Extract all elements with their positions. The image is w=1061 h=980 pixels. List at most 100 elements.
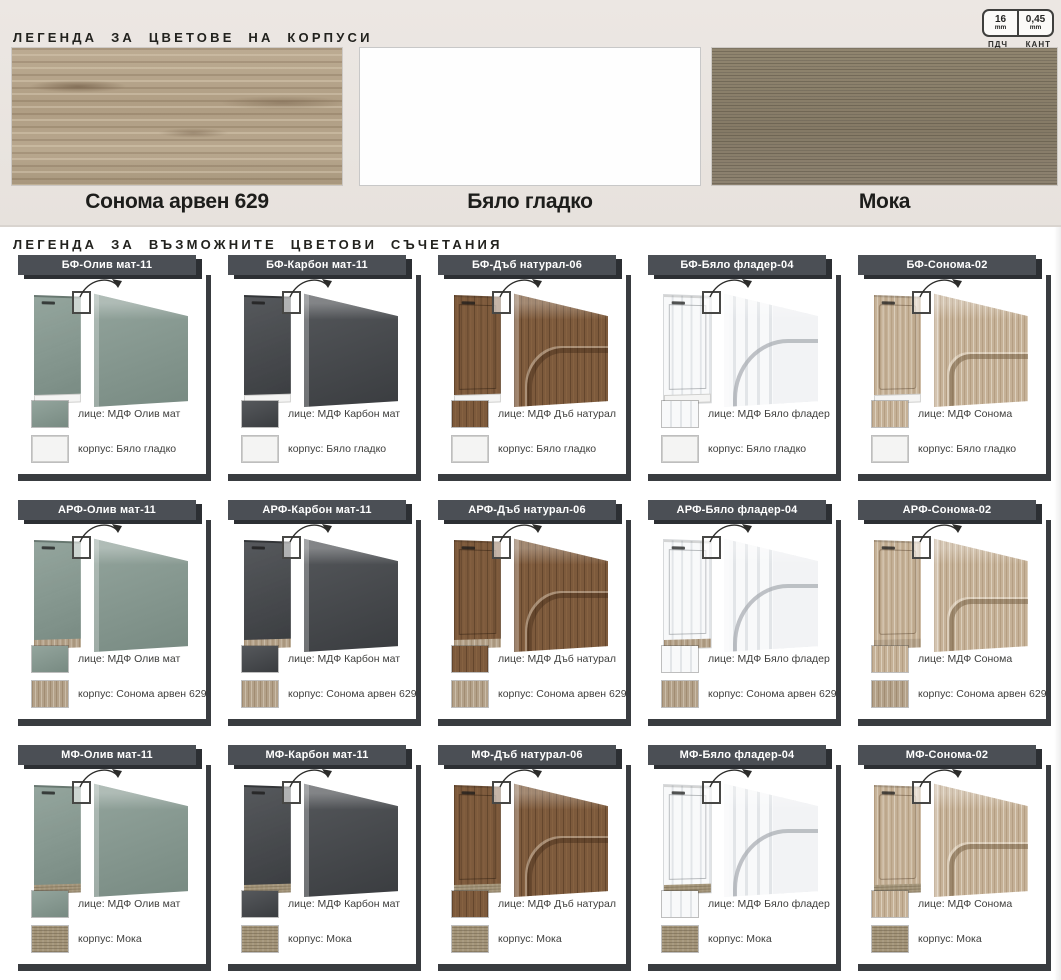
door-preview [858, 520, 1046, 656]
door-zoom-frame-profile [949, 844, 1028, 897]
face-legend-row: лице: МДФ Сонома [872, 646, 1038, 672]
body-color-swatch [662, 681, 698, 707]
door-preview [648, 520, 836, 656]
door-zoom-frame-profile [733, 584, 818, 652]
combination-card-title: БФ-Карбон мат-11 [266, 259, 368, 271]
door-inner-frame [459, 794, 496, 880]
combination-card: АРФ-Дъб натурал-06 [438, 500, 631, 726]
face-color-swatch [662, 891, 698, 917]
combination-card: АРФ-Карбон мат-11 [228, 500, 421, 726]
door-preview [438, 520, 626, 656]
zoom-arrow-icon [286, 275, 340, 301]
card-legend: лице: МДФ Дъб натурал корпус: Сонома арв… [452, 646, 618, 707]
card-legend: лице: МДФ Олив мат корпус: Мока [32, 891, 198, 952]
body-legend-row: корпус: Бяло гладко [242, 436, 408, 462]
combination-card-header: АРФ-Сонома-02 [858, 500, 1036, 520]
card-legend: лице: МДФ Карбон мат корпус: Сонома арве… [242, 646, 408, 707]
card-legend: лице: МДФ Дъб натурал корпус: Бяло гладк… [452, 401, 618, 462]
face-legend-row: лице: МДФ Сонома [872, 891, 1038, 917]
combination-card-title: МФ-Сонома-02 [906, 749, 989, 761]
face-legend-row: лице: МДФ Карбон мат [242, 646, 408, 672]
face-color-swatch [32, 401, 68, 427]
combination-card-body: лице: МДФ Бяло фладер корпус: Бяло гладк… [648, 275, 841, 481]
combination-card-header: МФ-Бяло фладер-04 [648, 745, 826, 765]
combination-card-body: лице: МДФ Карбон мат корпус: Сонома арве… [228, 520, 421, 726]
card-legend: лице: МДФ Сонома корпус: Бяло гладко [872, 401, 1038, 462]
face-legend-row: лице: МДФ Карбон мат [242, 401, 408, 427]
combination-card: МФ-Олив мат-11 [18, 745, 211, 971]
body-color-swatch [452, 681, 488, 707]
combination-card-header: БФ-Сонома-02 [858, 255, 1036, 275]
face-color-swatch [662, 401, 698, 427]
combination-card-header: АРФ-Бяло фладер-04 [648, 500, 826, 520]
door-zoom-frame-profile [527, 593, 608, 652]
door-zoom-panel [724, 534, 818, 652]
body-color-swatch [32, 926, 68, 952]
body-legend-row: корпус: Мока [242, 926, 408, 952]
door-preview [438, 765, 626, 901]
face-legend-row: лице: МДФ Бяло фладер [662, 891, 828, 917]
body-color-swatch [872, 926, 908, 952]
door-zoom-panel [304, 289, 398, 407]
door-preview [648, 765, 836, 901]
face-label: лице: МДФ Карбон мат [288, 898, 400, 910]
board-thickness-unit: mm [995, 25, 1007, 32]
door-inner-frame [669, 549, 706, 635]
combination-card-body: лице: МДФ Бяло фладер корпус: Мока [648, 765, 841, 971]
face-legend-row: лице: МДФ Сонома [872, 401, 1038, 427]
combination-card-title: БФ-Олив мат-11 [62, 259, 152, 271]
combination-card: МФ-Карбон мат-11 [228, 745, 421, 971]
body-legend-row: корпус: Мока [872, 926, 1038, 952]
combination-card-header: БФ-Карбон мат-11 [228, 255, 406, 275]
body-label: корпус: Сонома арвен 629 [78, 688, 207, 700]
door-zoom-panel [304, 779, 398, 897]
combination-card-header: БФ-Олив мат-11 [18, 255, 196, 275]
door-zoom-panel [934, 534, 1028, 652]
body-legend-row: корпус: Сонома арвен 629 [242, 681, 408, 707]
edge-thickness-cell: 0,45 mm [1019, 11, 1052, 35]
door-zoom-frame-profile [733, 339, 818, 407]
body-color-swatch [662, 436, 698, 462]
door-inner-frame [669, 304, 706, 390]
combination-card-body: лице: МДФ Бяло фладер корпус: Сонома арв… [648, 520, 841, 726]
body-label: корпус: Сонома арвен 629 [288, 688, 417, 700]
zoom-arrow-icon [916, 275, 970, 301]
door-preview [18, 765, 206, 901]
body-color-swatch-sonoma-arven [12, 48, 342, 185]
body-color-swatch [452, 926, 488, 952]
board-edge-spec: 16 mm 0,45 mm ПДЧ КАНТ [982, 9, 1054, 49]
door-preview [228, 275, 416, 411]
combination-card: БФ-Дъб натурал-06 [438, 255, 631, 481]
door-inner-frame [879, 794, 916, 880]
body-label: корпус: Бяло гладко [708, 443, 806, 455]
zoom-arrow-icon [916, 765, 970, 791]
card-legend: лице: МДФ Карбон мат корпус: Мока [242, 891, 408, 952]
combination-card-header: АРФ-Олив мат-11 [18, 500, 196, 520]
body-colors-title: ЛЕГЕНДА ЗА ЦВЕТОВЕ НА КОРПУСИ [13, 30, 373, 45]
combination-card-header: МФ-Карбон мат-11 [228, 745, 406, 765]
face-color-swatch [32, 646, 68, 672]
face-color-swatch [662, 646, 698, 672]
door-zoom-panel [94, 779, 188, 897]
zoom-arrow-icon [706, 275, 760, 301]
combination-card: МФ-Сонома-02 [858, 745, 1051, 971]
face-color-swatch [242, 401, 278, 427]
body-colors-section: ЛЕГЕНДА ЗА ЦВЕТОВЕ НА КОРПУСИ 16 mm 0,45… [0, 0, 1061, 227]
face-label: лице: МДФ Олив мат [78, 653, 180, 665]
door-zoom-panel [94, 289, 188, 407]
zoom-arrow-icon [76, 765, 130, 791]
door-zoom-frame-profile [733, 829, 818, 897]
combination-card-title: МФ-Дъб натурал-06 [471, 749, 582, 761]
body-legend-row: корпус: Мока [452, 926, 618, 952]
combination-card-title: БФ-Бяло фладер-04 [680, 259, 793, 271]
combination-card-body: лице: МДФ Сонома корпус: Сонома арвен 62… [858, 520, 1051, 726]
body-label: корпус: Сонома арвен 629 [708, 688, 837, 700]
face-label: лице: МДФ Сонома [918, 408, 1012, 420]
face-color-swatch [452, 646, 488, 672]
combination-card-title: БФ-Дъб натурал-06 [472, 259, 582, 271]
face-label: лице: МДФ Сонома [918, 653, 1012, 665]
face-legend-row: лице: МДФ Дъб натурал [452, 646, 618, 672]
combination-card-header: АРФ-Карбон мат-11 [228, 500, 406, 520]
card-legend: лице: МДФ Олив мат корпус: Сонома арвен … [32, 646, 198, 707]
door-handle [42, 546, 55, 549]
